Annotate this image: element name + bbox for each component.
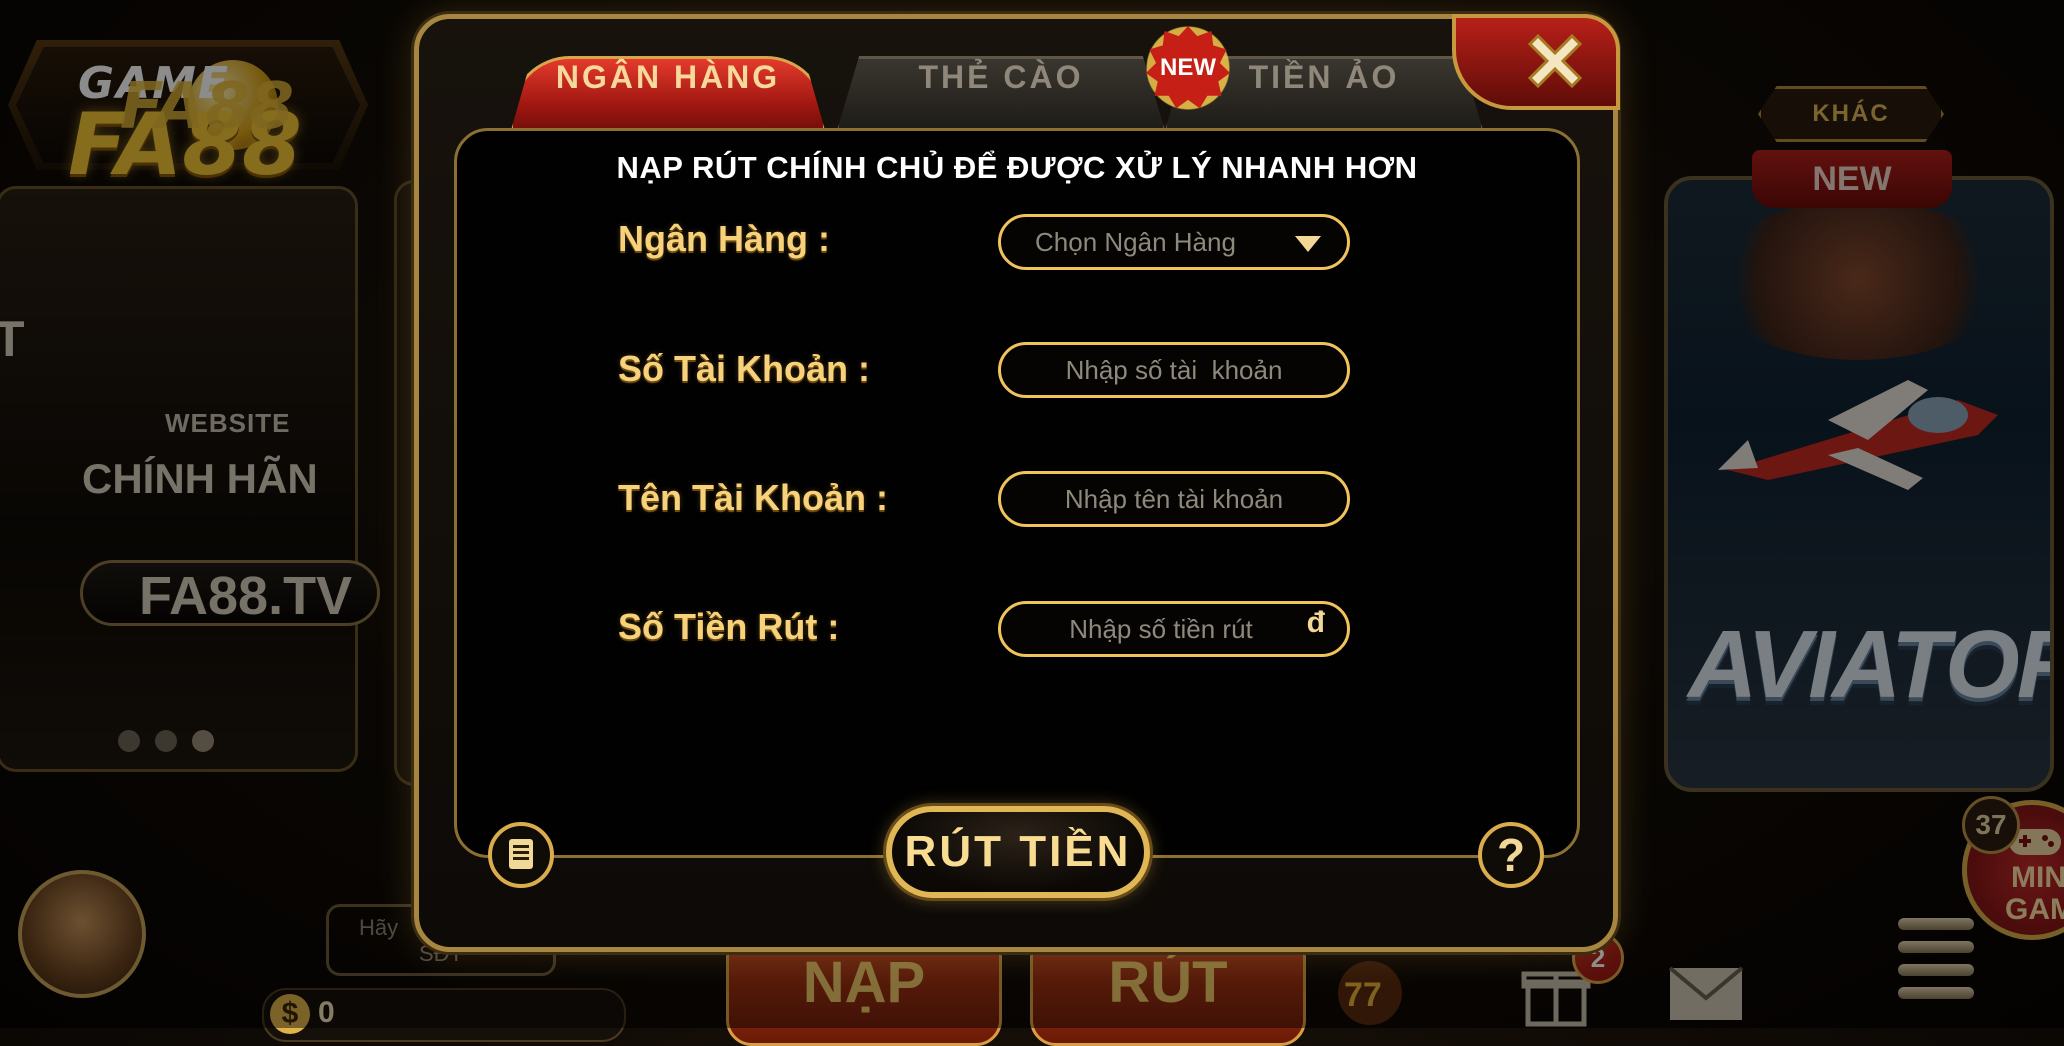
account-number-input[interactable] (1001, 345, 1347, 396)
withdraw-submit-button[interactable]: RÚT TIỀN (886, 806, 1150, 898)
account-name-input[interactable] (1001, 474, 1347, 525)
account-number-label: Số Tài Khoản : (618, 348, 870, 389)
bank-label: Ngân Hàng : (618, 218, 830, 259)
amount-label: Số Tiền Rút : (618, 606, 840, 647)
bank-select-value: Chọn Ngân Hàng (1035, 227, 1236, 257)
page-title: NẠP RÚT CHÍNH CHỦ ĐỂ ĐƯỢC XỬ LÝ NHANH HƠ… (616, 150, 1418, 185)
bank-select[interactable]: Chọn Ngân Hàng (998, 214, 1350, 270)
close-icon[interactable] (1520, 26, 1590, 96)
amount-input[interactable] (1001, 604, 1311, 655)
help-icon: ? (1496, 829, 1526, 881)
history-icon (509, 839, 533, 869)
account-name-field[interactable] (998, 471, 1350, 527)
account-number-field[interactable] (998, 342, 1350, 398)
tab-scratch-card[interactable]: THẺ CÀO (836, 56, 1166, 134)
history-button[interactable] (488, 822, 554, 888)
help-button[interactable]: ? (1478, 822, 1544, 888)
dropdown-caret-icon (1295, 236, 1321, 252)
tab-bank[interactable]: NGÂN HÀNG (510, 56, 826, 134)
amount-field[interactable]: đ (998, 601, 1350, 657)
currency-symbol: đ (1306, 606, 1325, 639)
account-name-label: Tên Tài Khoản : (618, 477, 888, 518)
